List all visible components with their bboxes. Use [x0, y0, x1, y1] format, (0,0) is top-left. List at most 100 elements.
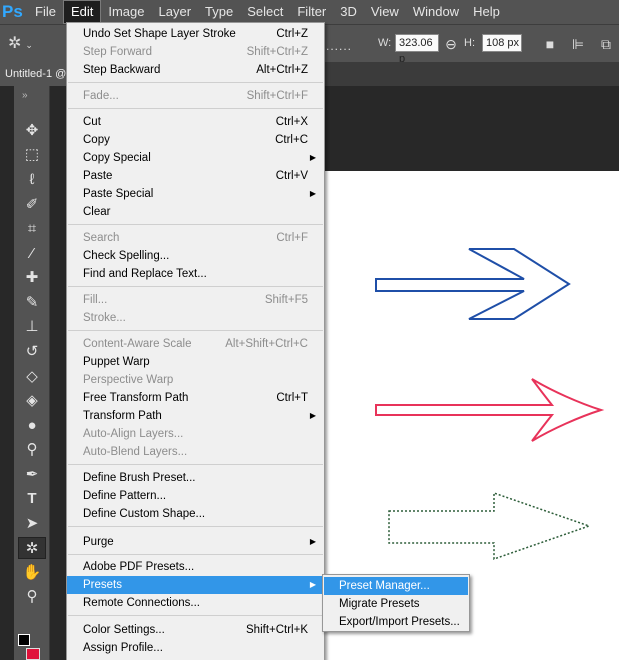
custom-shape-tool-icon[interactable]: ✲	[18, 537, 46, 559]
width-label: W:	[378, 37, 392, 49]
crop-tool-icon[interactable]: ⌗	[18, 218, 46, 240]
menu-item-define-pattern[interactable]: Define Pattern...	[67, 487, 324, 505]
submenu-item-preset-manager[interactable]: Preset Manager...	[324, 577, 468, 595]
menu-item-clear[interactable]: Clear	[67, 203, 324, 221]
eyedropper-tool-icon[interactable]: ⁄	[18, 243, 46, 265]
path-arrangement-icon[interactable]: ⧉	[596, 34, 616, 54]
menu-select[interactable]: Select	[240, 0, 290, 24]
menu-item-check-spelling[interactable]: Check Spelling...	[67, 247, 324, 265]
menu-item-remote-connections[interactable]: Remote Connections...	[67, 594, 324, 612]
pen-tool-icon[interactable]: ✒	[18, 464, 46, 486]
photoshop-window: Ps File Edit Image Layer Type Select Fil…	[0, 0, 619, 660]
path-selection-tool-icon[interactable]: ➤	[18, 513, 46, 535]
tool-preset-picker[interactable]: ✲ ⌄	[8, 33, 44, 55]
ps-logo: Ps	[2, 2, 23, 21]
marquee-tool-icon[interactable]: ⬚	[18, 144, 46, 166]
toolbar: » ✥ ⬚ ℓ ✐ ⌗ ⁄ ✚ ✎ ⊥ ↺ ◇ ◈ ● ⚲ ✒ T ➤ ✲ ✋ …	[14, 86, 50, 660]
submenu-arrow-icon: ▶	[309, 153, 316, 162]
menu-view[interactable]: View	[364, 0, 406, 24]
move-tool-icon[interactable]: ✥	[18, 120, 46, 142]
menu-file[interactable]: File	[28, 0, 63, 24]
menu-item-color-settings[interactable]: Color Settings... Shift+Ctrl+K	[67, 621, 324, 639]
menu-item-define-brush-preset[interactable]: Define Brush Preset...	[67, 469, 324, 487]
link-icon[interactable]: ⊖	[441, 34, 461, 54]
menu-3d[interactable]: 3D	[333, 0, 364, 24]
menu-separator	[68, 330, 323, 331]
menu-edit[interactable]: Edit	[62, 0, 102, 24]
menu-item-copy-special[interactable]: Copy Special ▶	[67, 149, 324, 167]
menu-item-stroke[interactable]: Stroke...	[67, 309, 324, 327]
menu-separator	[68, 554, 323, 555]
quick-select-tool-icon[interactable]: ✐	[18, 194, 46, 216]
menu-item-paste-special[interactable]: Paste Special ▶	[67, 185, 324, 203]
menu-window[interactable]: Window	[406, 0, 466, 24]
menu-item-cut[interactable]: Cut Ctrl+X	[67, 113, 324, 131]
stroke-type-selector[interactable]: ......	[326, 39, 352, 53]
edit-menu-dropdown: Undo Set Shape Layer Stroke Ctrl+Z Step F…	[66, 22, 325, 660]
menu-separator	[68, 526, 323, 527]
dodge-tool-icon[interactable]: ⚲	[18, 439, 46, 461]
menu-item-adobe-pdf-presets[interactable]: Adobe PDF Presets...	[67, 558, 324, 576]
red-arrow[interactable]	[375, 378, 605, 442]
type-tool-icon[interactable]: T	[18, 488, 46, 510]
menu-item-fill[interactable]: Fill... Shift+F5	[67, 291, 324, 309]
menu-item-auto-blend-layers[interactable]: Auto-Blend Layers...	[67, 443, 324, 461]
brush-tool-icon[interactable]: ✎	[18, 292, 46, 314]
menu-item-transform-path[interactable]: Transform Path ▶	[67, 407, 324, 425]
height-label: H:	[464, 37, 475, 49]
menu-item-puppet-warp[interactable]: Puppet Warp	[67, 353, 324, 371]
menu-item-presets[interactable]: Presets ▶	[67, 576, 324, 594]
menu-item-paste[interactable]: Paste Ctrl+V	[67, 167, 324, 185]
paint-bucket-tool-icon[interactable]: ◈	[18, 390, 46, 412]
blur-tool-icon[interactable]: ●	[18, 415, 46, 437]
history-brush-tool-icon[interactable]: ↺	[18, 341, 46, 363]
menu-item-undo[interactable]: Undo Set Shape Layer Stroke Ctrl+Z	[67, 25, 324, 43]
menu-item-copy[interactable]: Copy Ctrl+C	[67, 131, 324, 149]
submenu-arrow-icon: ▶	[309, 411, 316, 420]
background-color-swatch[interactable]	[26, 648, 40, 660]
menu-item-auto-align-layers[interactable]: Auto-Align Layers...	[67, 425, 324, 443]
menu-filter[interactable]: Filter	[290, 0, 333, 24]
toolbar-collapse-icon[interactable]: »	[14, 86, 49, 108]
green-arrow[interactable]	[388, 491, 592, 561]
menu-separator	[68, 108, 323, 109]
menu-item-content-aware-scale[interactable]: Content-Aware Scale Alt+Shift+Ctrl+C	[67, 335, 324, 353]
menu-image[interactable]: Image	[101, 0, 151, 24]
menu-item-find-replace[interactable]: Find and Replace Text...	[67, 265, 324, 283]
width-field[interactable]: 323.06 p	[395, 34, 439, 65]
menu-item-step-forward[interactable]: Step Forward Shift+Ctrl+Z	[67, 43, 324, 61]
eraser-tool-icon[interactable]: ◇	[18, 366, 46, 388]
menu-item-step-backward[interactable]: Step Backward Alt+Ctrl+Z	[67, 61, 324, 79]
blue-arrow[interactable]	[375, 248, 571, 320]
menu-type[interactable]: Type	[198, 0, 240, 24]
healing-brush-tool-icon[interactable]: ✚	[18, 267, 46, 289]
path-alignment-icon[interactable]: ⊫	[568, 34, 588, 54]
path-operations-icon[interactable]: ■	[540, 34, 560, 54]
chevron-down-icon: ⌄	[25, 40, 33, 50]
menu-help[interactable]: Help	[466, 0, 507, 24]
menu-item-purge[interactable]: Purge ▶	[67, 533, 324, 551]
zoom-tool-icon[interactable]: ⚲	[18, 586, 46, 608]
shape-tool-icon: ✲	[8, 35, 22, 52]
menu-layer[interactable]: Layer	[152, 0, 199, 24]
submenu-item-migrate-presets[interactable]: Migrate Presets	[324, 595, 468, 613]
submenu-arrow-icon: ▶	[309, 580, 316, 589]
hand-tool-icon[interactable]: ✋	[18, 562, 46, 584]
menu-item-perspective-warp[interactable]: Perspective Warp	[67, 371, 324, 389]
menu-separator	[68, 464, 323, 465]
height-field[interactable]: 108 px	[482, 34, 522, 52]
clone-stamp-tool-icon[interactable]: ⊥	[18, 316, 46, 338]
menu-item-free-transform-path[interactable]: Free Transform Path Ctrl+T	[67, 389, 324, 407]
menu-separator	[68, 615, 323, 616]
menu-item-fade[interactable]: Fade... Shift+Ctrl+F	[67, 87, 324, 105]
lasso-tool-icon[interactable]: ℓ	[18, 169, 46, 191]
menu-item-search[interactable]: Search Ctrl+F	[67, 229, 324, 247]
toolbar-gutter	[0, 86, 14, 660]
menu-separator	[68, 286, 323, 287]
submenu-item-export-import-presets[interactable]: Export/Import Presets...	[324, 613, 468, 631]
color-swatches[interactable]	[18, 634, 48, 660]
foreground-color-swatch[interactable]	[18, 634, 30, 646]
document-tab[interactable]: Untitled-1 @	[0, 62, 70, 86]
menu-item-define-custom-shape[interactable]: Define Custom Shape...	[67, 505, 324, 523]
menu-item-assign-profile[interactable]: Assign Profile...	[67, 639, 324, 657]
